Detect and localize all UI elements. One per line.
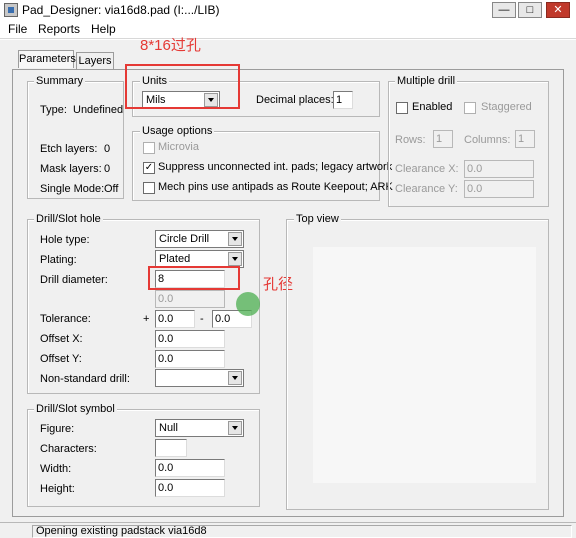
enabled-label: Enabled xyxy=(412,101,453,113)
etch-layers-label: Etch layers: xyxy=(40,143,98,155)
drill-diameter-label: Drill diameter: xyxy=(40,274,108,286)
drill-slot-symbol-title: Drill/Slot symbol xyxy=(34,403,117,415)
rows-label: Rows: xyxy=(395,134,426,146)
height-label: Height: xyxy=(40,483,75,495)
menu-bar: File Reports Help xyxy=(0,20,576,39)
type-value: Undefined xyxy=(73,104,124,116)
mask-layers-label: Mask layers: xyxy=(40,163,102,175)
app-icon xyxy=(4,3,18,17)
minimize-button[interactable]: — xyxy=(492,2,516,18)
plating-value: Plated xyxy=(159,253,191,265)
hole-type-select[interactable]: Circle Drill xyxy=(155,230,244,248)
type-label: Type: xyxy=(40,104,67,116)
characters-input[interactable] xyxy=(155,439,187,457)
enabled-checkbox[interactable] xyxy=(396,102,408,114)
top-view-title: Top view xyxy=(294,213,341,225)
chevron-down-icon xyxy=(228,421,242,435)
offset-y-label: Offset Y: xyxy=(40,353,82,365)
mouse-cursor-indicator xyxy=(236,292,260,316)
decimal-places-input[interactable]: 1 xyxy=(333,91,353,109)
tolerance-label: Tolerance: xyxy=(40,313,91,325)
microvia-checkbox[interactable] xyxy=(143,142,155,154)
drill-diameter-highlight-box xyxy=(148,266,240,290)
tolerance-plus-sign: + xyxy=(143,313,150,325)
etch-layers-value: 0 xyxy=(104,143,111,155)
status-message: Opening existing padstack via16d8 xyxy=(32,525,572,538)
status-bar: Opening existing padstack via16d8 xyxy=(0,522,576,538)
rows-input[interactable]: 1 xyxy=(433,130,453,148)
offset-x-input[interactable]: 0.0 xyxy=(155,330,225,348)
tolerance-plus-input[interactable]: 0.0 xyxy=(155,310,195,328)
width-input[interactable]: 0.0 xyxy=(155,459,225,477)
clearance-x-input[interactable]: 0.0 xyxy=(464,160,534,178)
suppress-checkbox[interactable]: ✓ xyxy=(143,162,155,174)
single-mode-value: Off xyxy=(104,183,119,195)
usage-options-title: Usage options xyxy=(140,125,215,137)
figure-select[interactable]: Null xyxy=(155,419,244,437)
drill-diameter-secondary-input[interactable]: 0.0 xyxy=(155,290,225,308)
tab-parameters[interactable]: Parameters xyxy=(18,50,76,68)
chevron-down-icon xyxy=(228,252,242,266)
chevron-down-icon xyxy=(228,371,242,385)
clearance-y-label: Clearance Y: xyxy=(395,183,458,195)
clearance-x-label: Clearance X: xyxy=(395,163,459,175)
figure-label: Figure: xyxy=(40,423,75,435)
suppress-label: Suppress unconnected int. pads; legacy a… xyxy=(158,161,393,173)
offset-y-input[interactable]: 0.0 xyxy=(155,350,225,368)
offset-x-label: Offset X: xyxy=(40,333,83,345)
non-standard-drill-label: Non-standard drill: xyxy=(40,373,130,385)
mech-pins-label: Mech pins use antipads as Route Keepout;… xyxy=(158,181,393,193)
single-mode-label: Single Mode: xyxy=(40,183,105,195)
top-view-canvas xyxy=(313,247,536,483)
hole-type-label: Hole type: xyxy=(40,234,90,246)
tolerance-minus-sign: - xyxy=(200,313,204,325)
mech-pins-checkbox[interactable] xyxy=(143,182,155,194)
columns-label: Columns: xyxy=(464,134,511,146)
figure-value: Null xyxy=(159,422,178,434)
units-highlight-box xyxy=(125,64,240,109)
width-label: Width: xyxy=(40,463,72,475)
menu-file[interactable]: File xyxy=(4,21,31,37)
menu-reports[interactable]: Reports xyxy=(34,21,84,37)
units-annotation: 8*16过孔 xyxy=(140,37,201,54)
summary-group xyxy=(27,81,124,199)
decimal-places-label: Decimal places: xyxy=(256,94,334,106)
maximize-button[interactable]: □ xyxy=(518,2,542,18)
staggered-checkbox[interactable] xyxy=(464,102,476,114)
non-standard-drill-select[interactable] xyxy=(155,369,244,387)
title-bar: Pad_Designer: via16d8.pad (I:.../LIB) — … xyxy=(0,0,576,20)
hole-type-value: Circle Drill xyxy=(159,233,210,245)
multiple-drill-title: Multiple drill xyxy=(395,75,458,87)
chevron-down-icon xyxy=(228,232,242,246)
tab-layers[interactable]: Layers xyxy=(76,52,114,70)
clearance-y-input[interactable]: 0.0 xyxy=(464,180,534,198)
summary-title: Summary xyxy=(34,75,86,87)
height-input[interactable]: 0.0 xyxy=(155,479,225,497)
plating-label: Plating: xyxy=(40,254,77,266)
mask-layers-value: 0 xyxy=(104,163,111,175)
close-button[interactable]: ✕ xyxy=(546,2,570,18)
staggered-label: Staggered xyxy=(481,101,532,113)
columns-input[interactable]: 1 xyxy=(515,130,535,148)
drill-slot-hole-title: Drill/Slot hole xyxy=(34,213,103,225)
window-title: Pad_Designer: via16d8.pad (I:.../LIB) xyxy=(22,3,220,17)
characters-label: Characters: xyxy=(40,443,97,455)
menu-help[interactable]: Help xyxy=(87,21,120,37)
microvia-label: Microvia xyxy=(158,141,199,153)
